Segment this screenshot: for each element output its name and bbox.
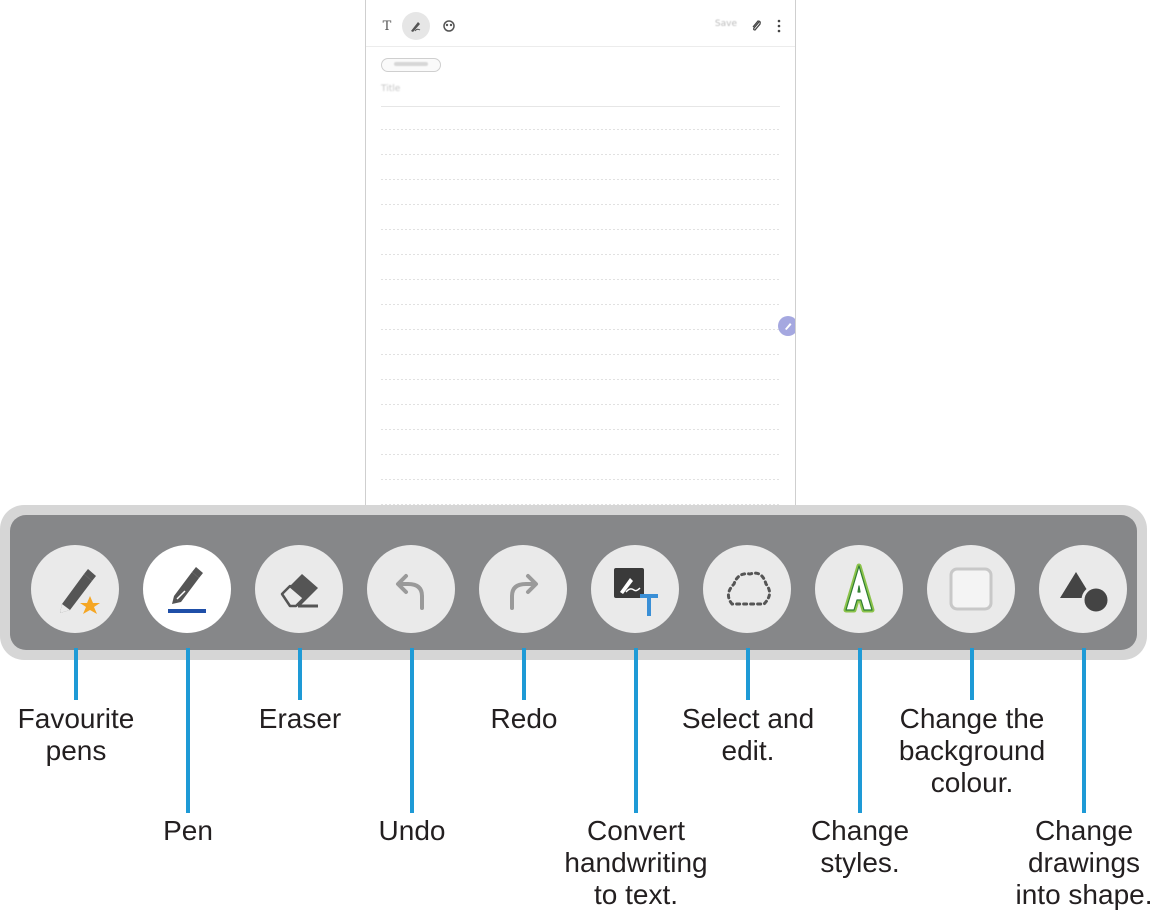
callout-styles-line1: Change (810, 815, 910, 846)
writing-area[interactable] (381, 105, 780, 520)
pen-button[interactable] (143, 545, 231, 633)
shape-button[interactable] (1039, 545, 1127, 633)
leader-line-favourite-pens (74, 648, 78, 700)
callout-styles: Change styles. (811, 815, 909, 879)
change-styles-icon (843, 563, 875, 613)
callout-convert: Convert handwriting to text. (564, 815, 707, 911)
favourite-pens-button[interactable] (31, 545, 119, 633)
change-styles-button[interactable] (815, 545, 903, 633)
shape-icon (1060, 572, 1111, 615)
callout-convert-line1: Convert (586, 815, 686, 846)
leader-line-convert (634, 648, 638, 813)
brush-icon[interactable] (438, 14, 460, 38)
notes-top-toolbar: T Save (366, 6, 795, 47)
pen-mode-icon[interactable] (402, 12, 430, 40)
undo-icon (396, 574, 424, 610)
callout-shape: Change drawings into shape. (1016, 815, 1153, 911)
callout-background-line3: colour. (930, 767, 1014, 798)
callout-redo: Redo (490, 703, 558, 734)
leader-line-background (970, 648, 974, 700)
redo-icon (510, 574, 538, 610)
handwriting-to-text-icon (614, 568, 658, 616)
background-colour-icon (949, 567, 993, 611)
select-edit-button[interactable] (703, 545, 791, 633)
pen-toolbar-inner (10, 515, 1137, 650)
callout-select-line1: Select and (681, 703, 815, 734)
leader-line-redo (522, 648, 526, 700)
callout-select-line2: edit. (721, 735, 775, 766)
favourite-pen-icon (60, 569, 100, 614)
callout-background: Change the background colour. (899, 703, 1045, 799)
notes-screen: T Save Title (365, 0, 796, 520)
lasso-select-icon (727, 571, 771, 606)
undo-button[interactable] (367, 545, 455, 633)
leader-line-select (746, 648, 750, 700)
leader-line-pen (186, 648, 190, 813)
callout-eraser: Eraser (258, 703, 342, 734)
leader-line-undo (410, 648, 414, 813)
text-mode-icon[interactable]: T (376, 14, 398, 38)
callout-favourite-pens-line2: pens (45, 735, 107, 766)
category-chip[interactable] (381, 58, 441, 72)
callout-pen: Pen (163, 815, 213, 846)
callout-shape-line3: into shape. (1015, 879, 1153, 910)
save-button[interactable]: Save (715, 19, 737, 29)
callout-favourite-pens: Favourite pens (18, 703, 135, 767)
eraser-icon (280, 574, 318, 608)
convert-handwriting-button[interactable] (591, 545, 679, 633)
callout-favourite-pens-line1: Favourite (17, 703, 135, 734)
callout-shape-line1: Change (1034, 815, 1134, 846)
callout-convert-line2: handwriting (564, 847, 708, 878)
callout-background-line2: background (898, 735, 1046, 766)
redo-button[interactable] (479, 545, 567, 633)
callout-convert-line3: to text. (593, 879, 679, 910)
callout-undo: Undo (378, 815, 446, 846)
leader-line-styles (858, 648, 862, 813)
category-placeholder (394, 62, 428, 66)
eraser-button[interactable] (255, 545, 343, 633)
leader-line-eraser (298, 648, 302, 700)
leader-line-shape (1082, 648, 1086, 813)
background-colour-button[interactable] (927, 545, 1015, 633)
callout-background-line1: Change the (899, 703, 1045, 734)
callout-styles-line2: styles. (820, 847, 900, 878)
attach-icon[interactable] (747, 14, 765, 38)
title-input[interactable]: Title (381, 84, 400, 94)
callout-shape-line2: drawings (1027, 847, 1141, 878)
pen-toolbar (0, 505, 1147, 660)
pen-icon (168, 567, 206, 613)
pen-fab-icon[interactable] (778, 316, 795, 336)
callout-select: Select and edit. (682, 703, 814, 767)
more-options-icon[interactable] (773, 14, 785, 38)
